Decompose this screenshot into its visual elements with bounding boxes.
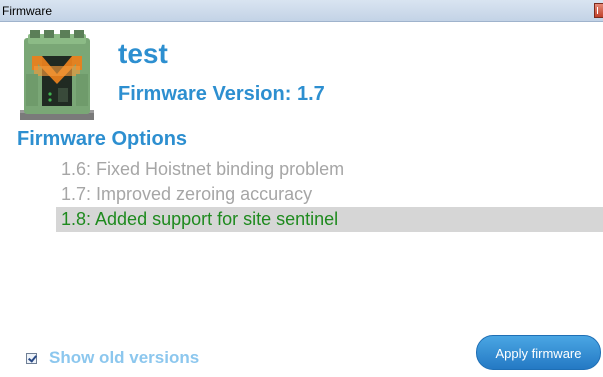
firmware-options-heading: Firmware Options — [17, 128, 188, 150]
firmware-option-item-selected[interactable]: 1.8: Added support for site sentinel — [56, 207, 603, 232]
firmware-options-list: 1.6: Fixed Hoistnet binding problem 1.7:… — [56, 157, 603, 232]
title-bar: Firmware — [0, 0, 603, 22]
current-firmware-version: Firmware Version: 1.7 — [118, 83, 325, 105]
din-rail-module-icon — [20, 30, 94, 120]
firmware-option-item[interactable]: 1.6: Fixed Hoistnet binding problem — [56, 157, 603, 182]
show-old-versions-checkbox[interactable] — [26, 352, 37, 364]
firmware-option-item[interactable]: 1.7: Improved zeroing accuracy — [56, 182, 603, 207]
show-old-versions-label: Show old versions — [49, 348, 200, 367]
apply-firmware-button[interactable]: Apply firmware — [476, 335, 601, 370]
close-icon[interactable] — [594, 3, 603, 18]
window-title: Firmware — [2, 4, 52, 18]
device-name: test — [118, 38, 168, 69]
show-old-versions-toggle[interactable]: Show old versions — [26, 348, 199, 368]
firmware-window: Firmware test Firmware Version: 1.7 Firm… — [0, 0, 603, 377]
